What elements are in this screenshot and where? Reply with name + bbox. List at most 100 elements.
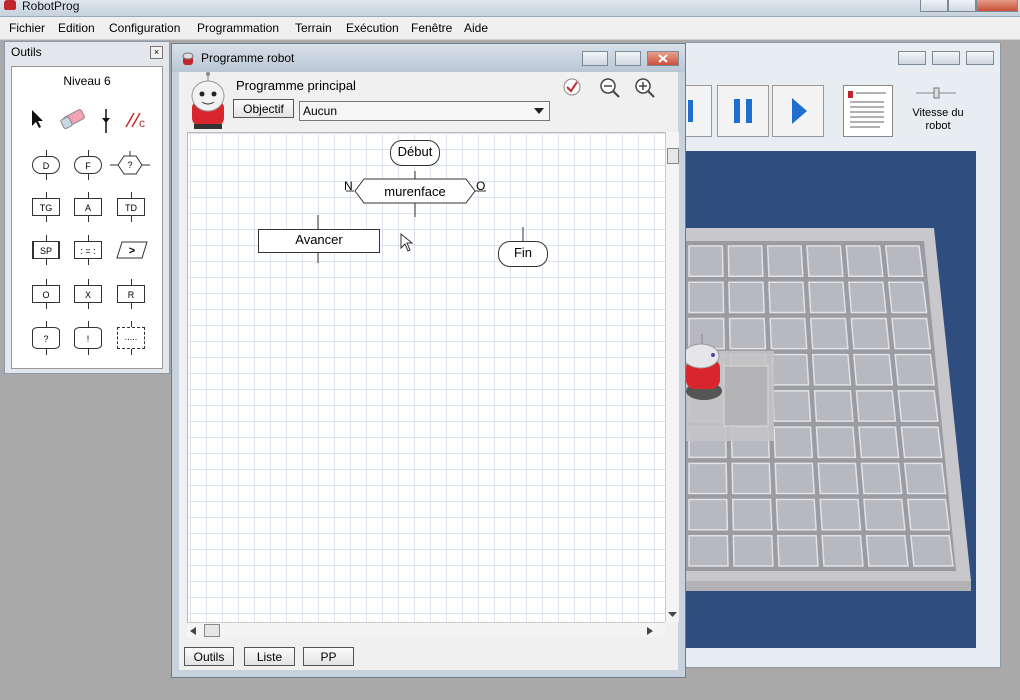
tools-panel: Outils × Niveau 6 c D F ? TG A TD SP : =… (4, 41, 170, 374)
floor-tile (808, 281, 847, 314)
x-tool[interactable]: X (74, 279, 102, 309)
floor-tile (863, 498, 906, 531)
menu-aide[interactable]: Aide (464, 21, 488, 35)
tab-pp[interactable]: PP (303, 647, 354, 666)
zoom-out-icon[interactable] (599, 77, 621, 99)
app-title: RobotProg (22, 0, 80, 13)
end-block-tool[interactable]: F (74, 150, 102, 180)
condition-yes-label: O (476, 179, 486, 193)
app-icon (4, 0, 16, 10)
end-block-label: Fin (513, 245, 533, 260)
condition-block-label: murenface (384, 184, 446, 199)
minimize-button[interactable] (920, 0, 948, 12)
robot-avatar (191, 72, 225, 129)
scroll-left-icon[interactable] (190, 627, 196, 635)
horizontal-scrollbar[interactable] (187, 622, 665, 637)
floor-tile (903, 462, 947, 495)
maximize-button[interactable] (948, 0, 976, 12)
step-button[interactable] (686, 85, 712, 137)
floor-tile (853, 353, 894, 386)
vertical-scrollbar[interactable] (665, 132, 679, 622)
close-button[interactable] (976, 0, 1018, 12)
menu-fichier[interactable]: Fichier (9, 21, 45, 35)
terrain-grid (682, 228, 971, 591)
speed-label-line2: robot (925, 120, 951, 132)
vertical-scroll-thumb[interactable] (667, 148, 679, 164)
r-tool[interactable]: R (117, 279, 145, 309)
question-tool[interactable]: ? (32, 321, 60, 355)
objective-select[interactable]: Aucun (299, 101, 550, 121)
zoom-in-icon[interactable] (634, 77, 656, 99)
floor-tile (897, 390, 939, 422)
subprogram-tool[interactable]: SP (32, 235, 60, 265)
floor-tile (776, 535, 819, 567)
program-close-button[interactable] (647, 51, 679, 66)
menu-programmation[interactable]: Programmation (197, 21, 279, 35)
mouse-cursor-icon (400, 233, 414, 252)
eraser-tool-icon[interactable] (59, 109, 87, 131)
floor-tile (865, 535, 909, 567)
close-icon (658, 54, 668, 63)
floor-tile (906, 498, 951, 531)
floor-tile (773, 426, 814, 459)
flowchart-lines (317, 171, 524, 263)
output-tool-icon[interactable]: > (116, 241, 148, 259)
turn-left-tool[interactable]: TG (32, 192, 60, 222)
start-block-label: Début (397, 144, 433, 159)
scroll-down-icon[interactable] (668, 612, 677, 618)
floor-tile (806, 245, 844, 277)
menu-edition[interactable]: Edition (58, 21, 95, 35)
objectif-button[interactable]: Objectif (233, 99, 294, 118)
scroll-right-icon[interactable] (647, 627, 653, 635)
floor-tile (858, 426, 900, 459)
check-program-icon[interactable] (562, 77, 582, 97)
floor-tile (769, 317, 808, 350)
program-listing-thumbnail[interactable] (843, 85, 893, 137)
objective-select-value: Aucun (303, 104, 338, 118)
terrain-3d-view[interactable] (682, 151, 976, 648)
advance-tool[interactable]: A (74, 192, 102, 222)
sim-maximize-button[interactable] (932, 51, 960, 65)
link-tool-icon[interactable] (100, 109, 112, 133)
play-button[interactable] (772, 85, 824, 137)
comment-tool[interactable]: ..... (117, 321, 145, 355)
o-tool[interactable]: O (32, 279, 60, 309)
tab-outils[interactable]: Outils (184, 647, 234, 666)
speed-slider[interactable] (914, 86, 958, 100)
flowchart-canvas[interactable]: Début murenface N O Avancer Fin (187, 132, 666, 623)
floor-tile (891, 317, 932, 350)
pause-button[interactable] (717, 85, 769, 137)
program-minimize-button[interactable] (582, 51, 608, 66)
menu-terrain[interactable]: Terrain (295, 21, 332, 35)
floor-tile (894, 353, 935, 386)
sim-minimize-button[interactable] (898, 51, 926, 65)
floor-tile (688, 462, 728, 495)
start-block-tool[interactable]: D (32, 150, 60, 180)
floor-tile (817, 462, 859, 495)
exclaim-tool[interactable]: ! (74, 321, 102, 355)
pointer-tool-icon[interactable] (30, 109, 44, 129)
sim-close-button[interactable] (966, 51, 994, 65)
floor-tile (771, 390, 812, 422)
program-maximize-button[interactable] (615, 51, 641, 66)
tab-liste[interactable]: Liste (244, 647, 295, 666)
horizontal-scroll-thumb[interactable] (204, 624, 220, 637)
floor-tile (850, 317, 890, 350)
turn-right-tool[interactable]: TD (117, 192, 145, 222)
program-window-title: Programme robot (201, 51, 295, 65)
floor-tile (728, 281, 765, 314)
floor-tile (688, 498, 729, 531)
menu-execution[interactable]: Exécution (346, 21, 399, 35)
floor-tile (819, 498, 862, 531)
condition-tool-icon[interactable]: ? (110, 151, 150, 179)
cut-link-tool-icon[interactable]: c (124, 111, 148, 129)
floor-tile (688, 535, 729, 567)
speed-label-line1: Vitesse du (912, 107, 964, 119)
menu-fenetre[interactable]: Fenêtre (411, 21, 452, 35)
floor-tile (766, 245, 804, 277)
tools-panel-close-button[interactable]: × (150, 46, 163, 59)
assign-tool[interactable]: : = : (74, 235, 102, 265)
floor-tile (731, 462, 772, 495)
menu-configuration[interactable]: Configuration (109, 21, 180, 35)
floor-tile (731, 498, 773, 531)
